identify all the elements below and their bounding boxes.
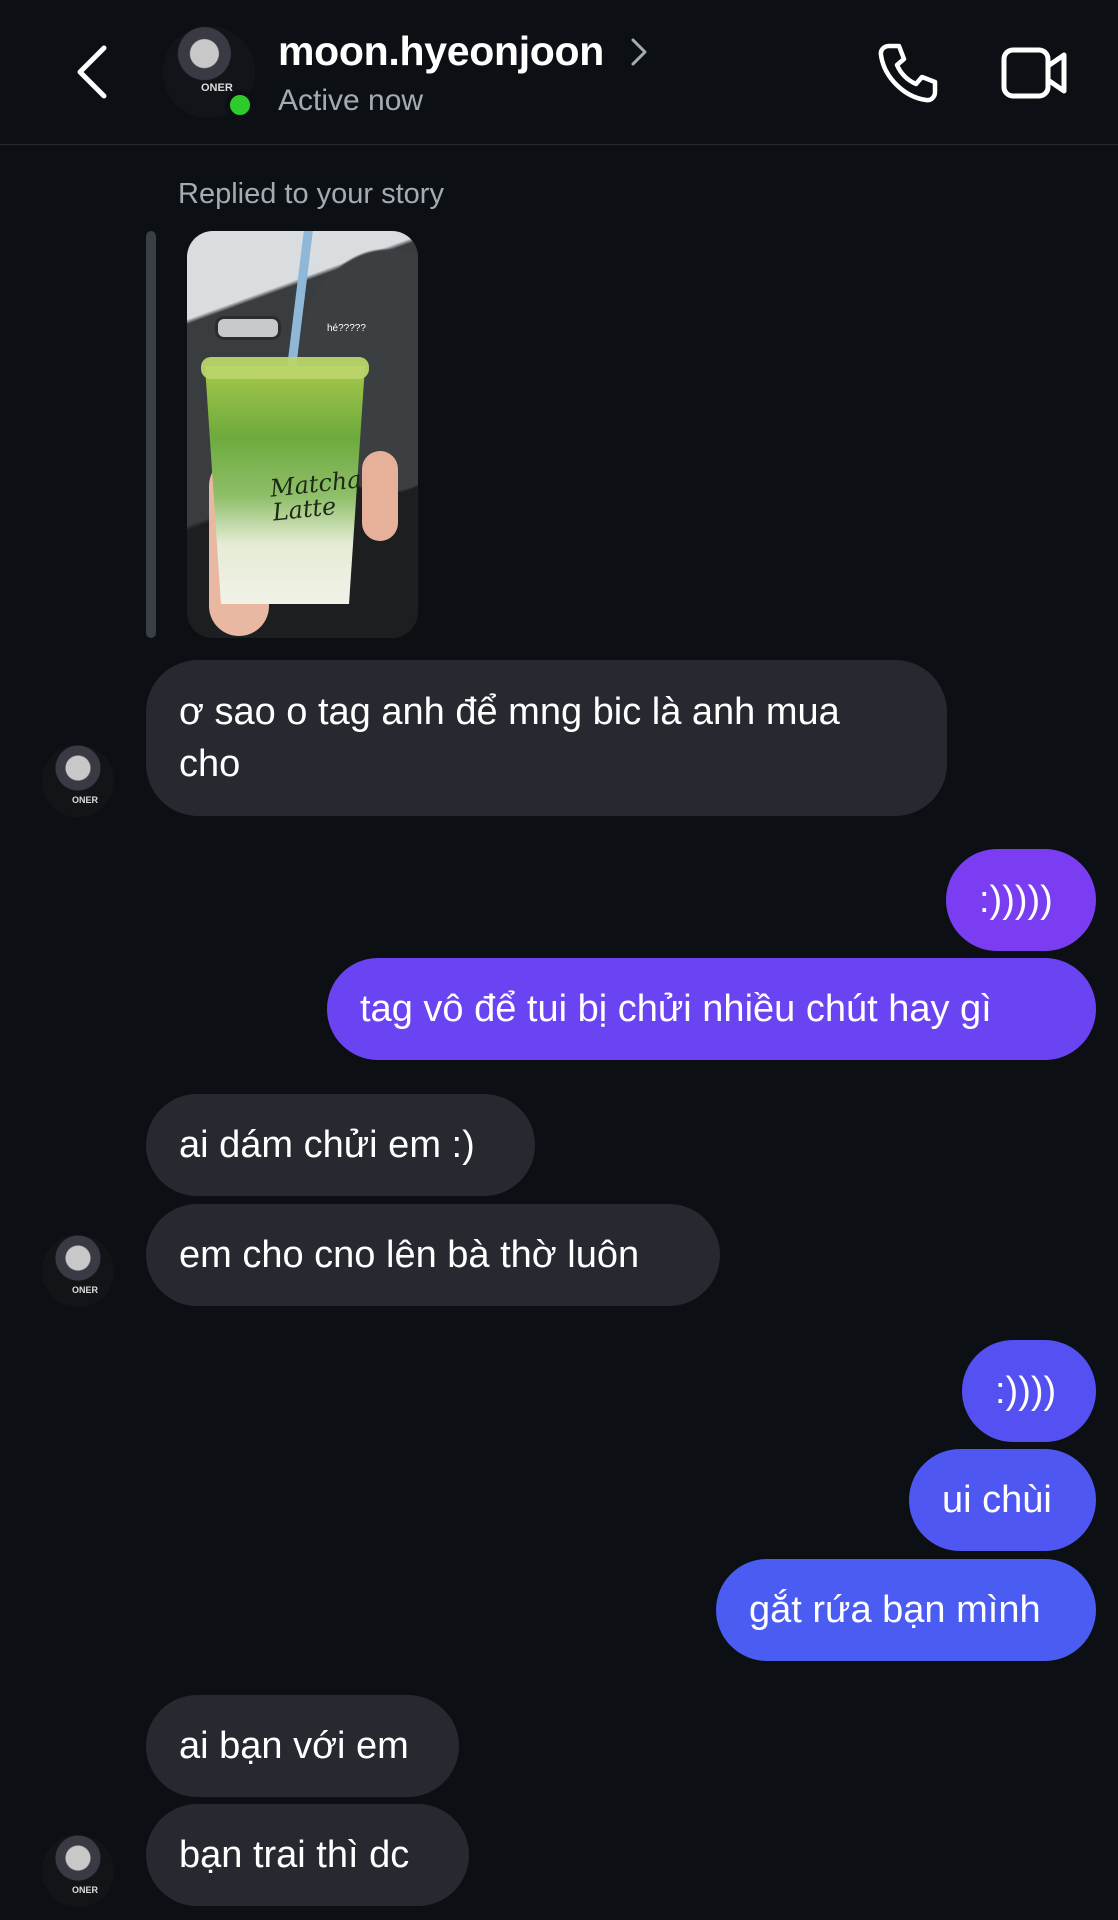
message-outgoing[interactable]: :)))) [962, 1340, 1096, 1442]
avatar-label: ONER [72, 1285, 99, 1295]
avatar[interactable]: ONER [42, 1835, 114, 1907]
username[interactable]: moon.hyeonjoon [278, 28, 604, 75]
message-incoming[interactable]: ai dám chửi em :) [146, 1094, 535, 1196]
reply-indicator-bar [146, 231, 156, 638]
avatar[interactable]: ONER [42, 745, 114, 817]
avatar-label: ONER [72, 1885, 99, 1895]
chat-header: ONER moon.hyeonjoon Active now [0, 0, 1118, 145]
active-status: Active now [278, 84, 424, 117]
call-button[interactable] [875, 40, 941, 106]
message-incoming[interactable]: ai bạn với em [146, 1695, 459, 1797]
message-outgoing[interactable]: gắt rứa bạn mình [716, 1559, 1096, 1661]
message-outgoing[interactable]: ui chùi [909, 1449, 1096, 1551]
message-incoming[interactable]: em cho cno lên bà thờ luôn [146, 1204, 720, 1306]
car-door-handle [215, 316, 281, 340]
back-button[interactable] [62, 40, 122, 104]
avatar[interactable]: ONER [42, 1235, 114, 1307]
story-thumbnail[interactable]: Matcha Latte hé????? [187, 231, 418, 638]
message-incoming[interactable]: bạn trai thì dc [146, 1804, 469, 1906]
avatar-label: ONER [201, 82, 233, 94]
online-indicator [225, 90, 255, 120]
chevron-left-icon [77, 45, 107, 99]
message-outgoing[interactable]: :))))) [946, 849, 1096, 951]
message-incoming[interactable]: ơ sao o tag anh để mng bic là anh mua ch… [146, 660, 947, 816]
phone-icon [878, 43, 938, 103]
chevron-right-icon[interactable] [628, 34, 650, 70]
video-call-button[interactable] [1000, 42, 1070, 104]
message-outgoing[interactable]: tag vô để tui bị chửi nhiều chút hay gì [327, 958, 1096, 1060]
story-caption: hé????? [327, 323, 366, 334]
story-reply-label: Replied to your story [178, 178, 444, 210]
avatar-label: ONER [72, 795, 99, 805]
cup-lid [201, 357, 369, 379]
video-camera-icon [1001, 47, 1067, 99]
